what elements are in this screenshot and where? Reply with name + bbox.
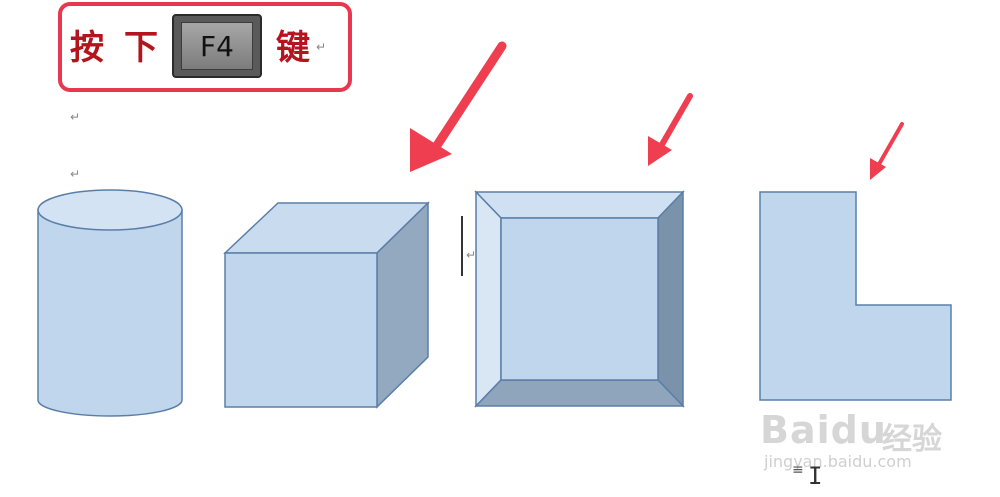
red-arrow-icon-small <box>870 122 904 180</box>
red-arrow-icon-large <box>410 41 507 172</box>
watermark-logo: Baidu <box>760 408 887 452</box>
l-shape[interactable] <box>759 191 952 401</box>
cylinder-shape[interactable] <box>37 189 183 417</box>
text-cursor-bar <box>461 216 463 276</box>
red-arrow-icon-medium <box>648 93 693 166</box>
cube-shape[interactable] <box>223 201 430 409</box>
watermark-url: jingyan.baidu.com <box>764 452 912 471</box>
ibeam-cursor-icon: I <box>808 462 823 490</box>
paragraph-icon: ≡ <box>792 462 804 478</box>
bevel-shape[interactable] <box>474 190 685 408</box>
